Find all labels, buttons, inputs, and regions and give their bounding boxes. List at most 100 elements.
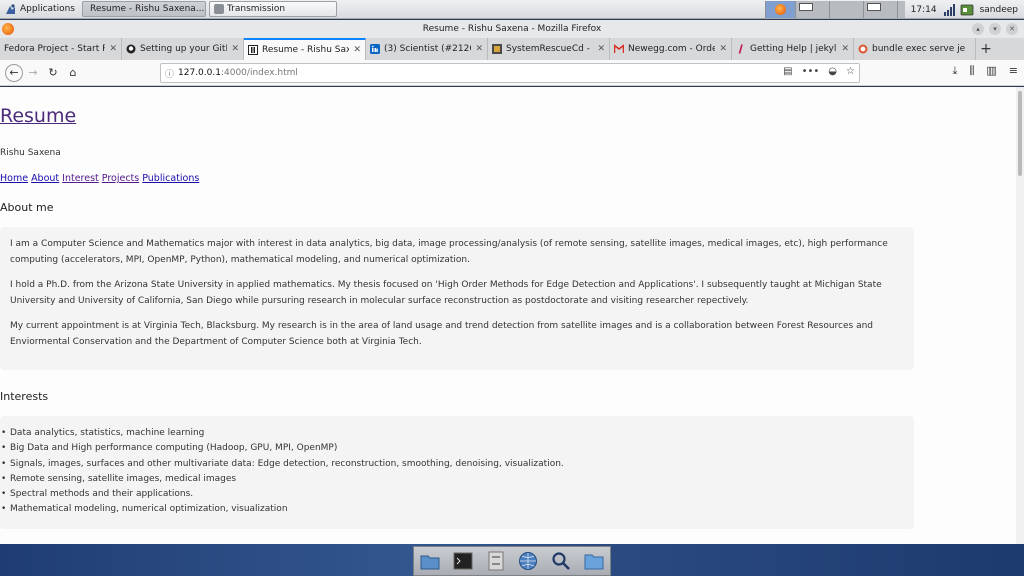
applications-menu-icon xyxy=(6,3,15,14)
tab-newegg[interactable]: Newegg.com - Order ✕ xyxy=(610,38,732,60)
tab-label: Newegg.com - Order xyxy=(628,44,716,54)
nav-link-publications[interactable]: Publications xyxy=(142,173,199,184)
nav-link-interest[interactable]: Interest xyxy=(62,173,99,184)
forward-button[interactable]: → xyxy=(23,63,43,83)
nav-link-projects[interactable]: Projects xyxy=(102,173,139,184)
url-host: 127.0.0.1 xyxy=(178,68,221,78)
tab-label: Setting up your GitH xyxy=(140,44,228,54)
sysrescue-icon xyxy=(492,44,502,54)
workspace-4[interactable] xyxy=(862,1,897,18)
tab-strip: Fedora Project - Start Pa ✕ Setting up y… xyxy=(0,38,1024,60)
list-item: Remote sensing, satellite images, medica… xyxy=(0,472,914,488)
about-heading: About me xyxy=(0,201,54,214)
page-scrollbar[interactable] xyxy=(1016,87,1024,544)
user-name[interactable]: sandeep xyxy=(974,5,1024,15)
menu-icon[interactable]: ≡ xyxy=(1009,64,1018,78)
page-icon xyxy=(248,45,258,55)
list-item: Spectral methods and their applications. xyxy=(0,487,914,503)
tab-close-icon[interactable]: ✕ xyxy=(109,44,117,54)
nav-link-home[interactable]: Home xyxy=(0,173,28,184)
workspace-window-thumbnail xyxy=(798,3,813,11)
url-bar[interactable]: ⓘ 127.0.0.1:4000/index.html ▤ ••• ◒ ☆ xyxy=(160,63,860,83)
list-item: Mathematical modeling, numerical optimiz… xyxy=(0,502,914,518)
maximize-icon[interactable]: ▴ xyxy=(972,23,984,35)
tab-label: Resume - Rishu Saxe xyxy=(262,45,350,55)
back-button[interactable]: ← xyxy=(5,63,23,82)
interests-list: Data analytics, statistics, machine lear… xyxy=(0,426,914,518)
tab-close-icon[interactable]: ✕ xyxy=(597,44,605,54)
close-icon[interactable]: ✕ xyxy=(1006,23,1018,35)
terminal-icon[interactable] xyxy=(452,550,474,572)
dock-panel xyxy=(413,546,611,576)
minimize-icon[interactable]: ▾ xyxy=(989,23,1001,35)
tab-bundle-exec[interactable]: bundle exec serve je xyxy=(854,38,976,60)
tab-resume[interactable]: Resume - Rishu Saxe ✕ xyxy=(244,38,366,60)
clock[interactable]: 17:14 xyxy=(905,5,943,15)
firefox-icon xyxy=(774,4,786,15)
search-icon[interactable] xyxy=(550,550,572,572)
applications-label: Applications xyxy=(20,4,75,14)
linkedin-icon xyxy=(370,44,380,54)
tab-github[interactable]: Setting up your GitH ✕ xyxy=(122,38,244,60)
about-paragraph: I am a Computer Science and Mathematics … xyxy=(10,239,888,265)
scrollbar-thumb[interactable] xyxy=(1018,91,1022,176)
tab-systemrescue[interactable]: SystemRescueCd - H ✕ xyxy=(488,38,610,60)
author-name: Rishu Saxena xyxy=(0,148,61,158)
system-taskbar: Applications Resume - Rishu Saxena... Tr… xyxy=(0,0,1024,19)
tab-close-icon[interactable]: ✕ xyxy=(475,44,483,54)
task-firefox[interactable]: Resume - Rishu Saxena... xyxy=(81,1,206,17)
battery-icon[interactable] xyxy=(960,4,974,16)
window-titlebar: Resume - Rishu Saxena - Mozilla Firefox … xyxy=(0,20,1024,38)
tab-label: SystemRescueCd - H xyxy=(506,44,594,54)
transmission-icon xyxy=(213,4,224,14)
url-path: :4000/index.html xyxy=(220,68,298,78)
firefox-logo-icon xyxy=(2,23,14,35)
tab-jekyll[interactable]: Getting Help | jekyll ✕ xyxy=(732,38,854,60)
tab-close-icon[interactable]: ✕ xyxy=(841,44,849,54)
file-cabinet-icon[interactable] xyxy=(485,550,507,572)
applications-menu[interactable]: Applications xyxy=(0,0,79,19)
reader-view-icon[interactable]: ▤ xyxy=(783,66,792,77)
library-icon[interactable]: ⫼ xyxy=(969,64,974,78)
bookmark-star-icon[interactable]: ☆ xyxy=(846,66,855,77)
workspace-1[interactable] xyxy=(764,1,795,18)
downloads-icon[interactable]: ⤓ xyxy=(952,64,957,78)
list-item: Big Data and High performance computing … xyxy=(0,441,914,457)
workspace-2[interactable] xyxy=(794,1,829,18)
folder-icon[interactable] xyxy=(583,550,605,572)
home-button[interactable]: ⌂ xyxy=(63,63,83,83)
tab-label: bundle exec serve je xyxy=(872,44,966,54)
tab-close-icon[interactable]: ✕ xyxy=(231,44,239,54)
tab-close-icon[interactable]: ✕ xyxy=(719,44,727,54)
list-item: Signals, images, surfaces and other mult… xyxy=(0,457,914,473)
info-icon[interactable]: ⓘ xyxy=(165,67,174,80)
gmail-icon xyxy=(614,44,624,53)
tab-linkedin[interactable]: (3) Scientist (#2126 ✕ xyxy=(366,38,488,60)
sidebar-icon[interactable]: ▥ xyxy=(986,64,996,78)
show-desktop-icon[interactable] xyxy=(419,550,441,572)
site-title-link[interactable]: Resume xyxy=(0,105,76,127)
page-actions-icon[interactable]: ••• xyxy=(802,66,820,77)
about-card: I am a Computer Science and Mathematics … xyxy=(0,227,914,370)
page-content: Resume Rishu Saxena Home About Interest Pro… xyxy=(0,87,1016,544)
github-icon xyxy=(126,44,136,54)
tab-fedora[interactable]: Fedora Project - Start Pa ✕ xyxy=(0,38,122,60)
navigation-toolbar: ← → ↻ ⌂ ⓘ 127.0.0.1:4000/index.html ▤ ••… xyxy=(0,60,1024,86)
tab-close-icon[interactable]: ✕ xyxy=(353,45,361,55)
task-transmission[interactable]: Transmission xyxy=(208,1,337,17)
reload-button[interactable]: ↻ xyxy=(43,63,63,83)
about-paragraph: My current appointment is at Virginia Te… xyxy=(10,321,874,347)
list-item: Data analytics, statistics, machine lear… xyxy=(0,426,914,442)
nav-link-about[interactable]: About xyxy=(31,173,59,184)
site-nav: Home About Interest Projects Publications xyxy=(0,173,202,184)
network-signal-icon[interactable] xyxy=(943,3,956,16)
tab-label: (3) Scientist (#2126 xyxy=(384,44,472,54)
interests-heading: Interests xyxy=(0,390,49,403)
workspace-spacer xyxy=(896,1,905,18)
web-browser-icon[interactable] xyxy=(517,550,539,572)
new-tab-button[interactable]: + xyxy=(976,38,996,60)
task-label: Resume - Rishu Saxena... xyxy=(89,4,205,14)
pocket-icon[interactable]: ◒ xyxy=(828,66,837,77)
workspace-3[interactable] xyxy=(828,1,863,18)
tab-label: Getting Help | jekyll xyxy=(750,44,838,54)
